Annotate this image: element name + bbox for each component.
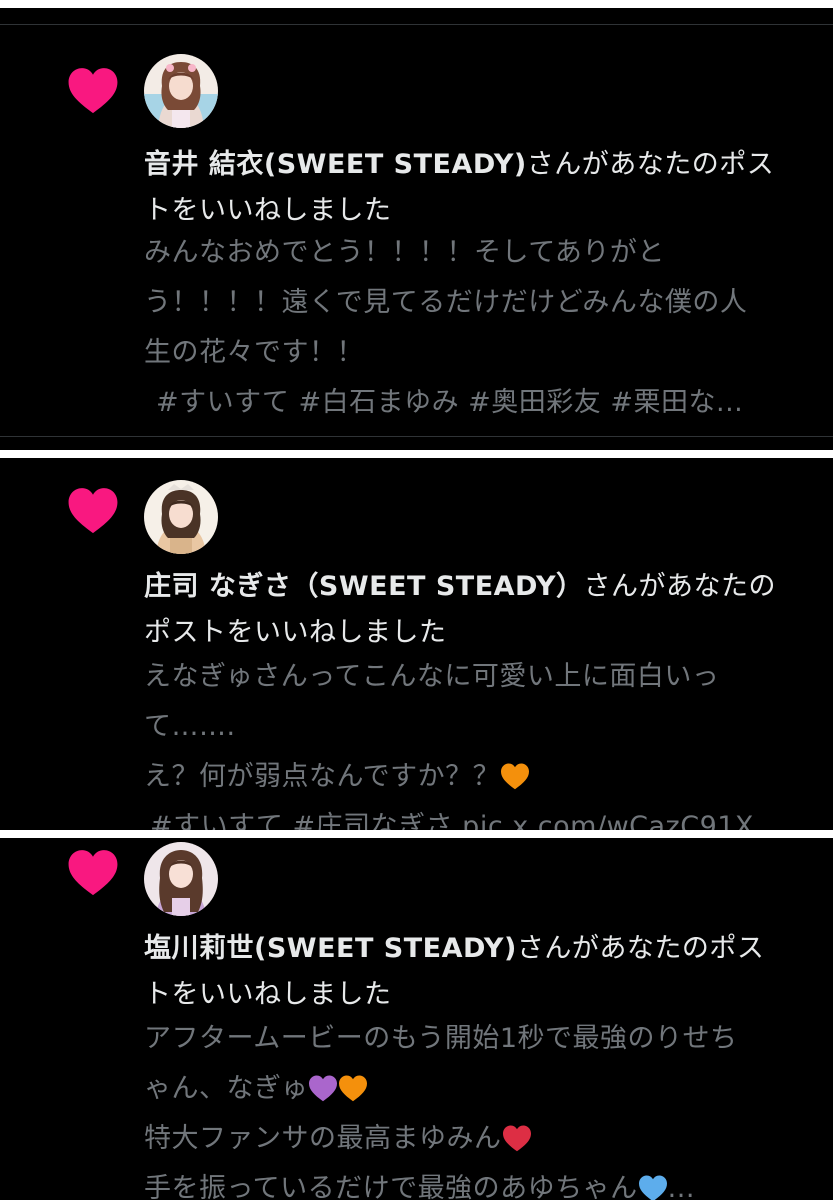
post-text-line: て……. [144, 711, 236, 742]
red-heart-emoji [502, 1125, 531, 1152]
title-text: さんがあなたのポス [516, 933, 765, 964]
avatar[interactable] [144, 480, 218, 554]
divider [0, 436, 833, 437]
post-text-line: アフタームービーのもう開始1秒で最強のりせち [144, 1023, 738, 1054]
post-text-line: 特大ファンサの最高まゆみん [144, 1114, 814, 1164]
post-text-line: え？何が弱点なんですか？？ [144, 752, 814, 802]
liker-name[interactable]: 塩川莉世(SWEET STEADY) [144, 933, 517, 964]
post-text: 手を振っているだけで最強のあゆちゃん [144, 1173, 638, 1200]
liker-name[interactable]: 音井 結衣(SWEET STEADY) [144, 149, 527, 180]
post-text-line: ゃん、なぎゅ [144, 1064, 814, 1114]
notification-card[interactable]: 音井 結衣(SWEET STEADY)さんがあなたのポス トをいいねしました み… [0, 8, 833, 450]
post-hashtags: #すいすて #庄司なぎさ pic.x.com/wCazC91X... [150, 811, 782, 830]
post-text: 特大ファンサの最高まゆみん [144, 1123, 502, 1154]
blue-heart-emoji [638, 1175, 667, 1200]
notification-title: 塩川莉世(SWEET STEADY)さんがあなたのポス トをいいねしました [144, 926, 814, 1018]
avatar[interactable] [144, 842, 218, 916]
heart-icon [68, 68, 118, 114]
title-text: さんがあなたのポス [526, 149, 775, 180]
post-text-line: みんなおめでとう！！！！そしてありがと [144, 237, 665, 268]
heart-icon [68, 488, 118, 534]
post-text: え？何が弱点なんですか？？ [144, 761, 501, 792]
post-preview[interactable]: みんなおめでとう！！！！そしてありがと う！！！！遠くで見てるだけだけどみんな僕… [144, 228, 814, 428]
post-text: ゃん、なぎゅ [144, 1073, 309, 1104]
avatar[interactable] [144, 54, 218, 128]
post-hashtags: #すいすて #白石まゆみ #奥田彩友 #栗田な... [156, 387, 744, 418]
notification-card[interactable]: 塩川莉世(SWEET STEADY)さんがあなたのポス トをいいねしました アフ… [0, 838, 833, 1200]
notification-card[interactable]: 庄司 なぎさ（SWEET STEADY）さんがあなたの ポストをいいねしました … [0, 458, 833, 830]
post-preview[interactable]: アフタームービーのもう開始1秒で最強のりせち ゃん、なぎゅ 特大ファンサの最高ま… [144, 1014, 814, 1200]
ellipsis: ... [667, 1173, 695, 1200]
title-text: トをいいねしました [144, 979, 392, 1010]
post-text-line: 手を振っているだけで最強のあゆちゃん... [144, 1164, 814, 1200]
heart-icon [68, 850, 118, 896]
orange-heart-emoji [339, 1075, 368, 1102]
divider [0, 24, 833, 25]
post-text-line: 生の花々です！！ [144, 337, 364, 368]
notification-title: 庄司 なぎさ（SWEET STEADY）さんがあなたの ポストをいいねしました [144, 564, 814, 656]
title-text: さんがあなたの [583, 571, 777, 602]
purple-heart-emoji [309, 1075, 338, 1102]
notification-title: 音井 結衣(SWEET STEADY)さんがあなたのポス トをいいねしました [144, 142, 814, 234]
title-text: ポストをいいねしました [144, 617, 447, 648]
post-text-line: えなぎゅさんってこんなに可愛い上に面白いっ [144, 661, 720, 692]
post-text-line: う！！！！遠くで見てるだけだけどみんな僕の人 [144, 287, 748, 318]
liker-name[interactable]: 庄司 なぎさ（SWEET STEADY） [144, 571, 584, 602]
post-preview[interactable]: えなぎゅさんってこんなに可愛い上に面白いっ て……. え？何が弱点なんですか？？… [144, 652, 814, 830]
orange-heart-emoji [501, 763, 530, 790]
